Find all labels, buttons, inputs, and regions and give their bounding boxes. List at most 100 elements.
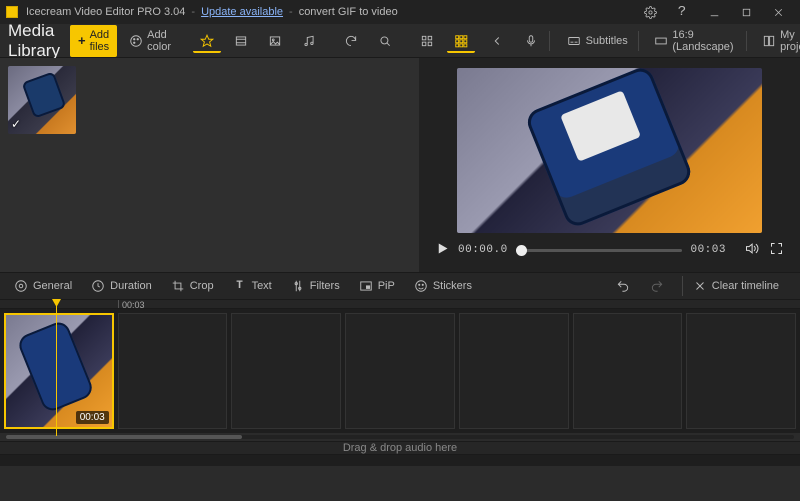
collapse-library-button[interactable] bbox=[483, 29, 511, 53]
edit-toolbar: General Duration Crop TText Filters PiP … bbox=[0, 272, 800, 300]
divider bbox=[549, 31, 550, 51]
palette-icon bbox=[129, 33, 143, 49]
pip-tab[interactable]: PiP bbox=[353, 275, 400, 297]
filters-icon bbox=[290, 278, 306, 294]
playhead-marker[interactable] bbox=[56, 300, 57, 436]
empty-slot[interactable] bbox=[459, 313, 569, 429]
divider bbox=[638, 31, 639, 51]
video-track[interactable]: 00:03 bbox=[0, 309, 800, 433]
media-thumbnail[interactable]: ✓ bbox=[8, 66, 76, 134]
audio-drop-zone[interactable]: Drag & drop audio here bbox=[0, 441, 800, 454]
play-button[interactable] bbox=[435, 241, 450, 259]
volume-button[interactable] bbox=[744, 241, 759, 259]
empty-slot[interactable] bbox=[686, 313, 796, 429]
music-icon bbox=[301, 33, 317, 49]
text-tab[interactable]: TText bbox=[227, 275, 277, 297]
maximize-button[interactable] bbox=[730, 0, 762, 24]
my-projects-label: My projects bbox=[780, 29, 800, 53]
star-icon bbox=[199, 33, 215, 49]
audio-tab[interactable] bbox=[295, 29, 323, 53]
ruler-tick: 00:03 bbox=[118, 300, 145, 308]
close-icon bbox=[692, 278, 708, 294]
close-button[interactable] bbox=[762, 0, 794, 24]
microphone-icon bbox=[523, 33, 539, 49]
media-library-title: Media Library bbox=[8, 21, 60, 61]
timeline-scrollbar[interactable] bbox=[6, 435, 794, 439]
seek-slider[interactable] bbox=[516, 249, 683, 252]
timeline-area: 00:03 00:03 Drag & drop audio here bbox=[0, 300, 800, 466]
media-library-panel: ✓ bbox=[0, 58, 419, 272]
check-icon: ✓ bbox=[11, 117, 21, 131]
divider bbox=[682, 276, 683, 296]
timeline-ruler[interactable]: 00:03 bbox=[0, 300, 800, 309]
empty-slot[interactable] bbox=[573, 313, 683, 429]
titlebar: Icecream Video Editor PRO 3.04 - Update … bbox=[0, 0, 800, 24]
duration-label: Duration bbox=[110, 280, 152, 292]
app-icon bbox=[6, 6, 18, 18]
empty-slot[interactable] bbox=[345, 313, 455, 429]
general-tab[interactable]: General bbox=[8, 275, 77, 297]
redo-icon bbox=[649, 278, 665, 294]
gear-icon bbox=[13, 278, 29, 294]
projects-icon bbox=[762, 33, 776, 49]
timeline-clip[interactable]: 00:03 bbox=[4, 313, 114, 429]
maximize-icon bbox=[740, 6, 753, 19]
help-button[interactable]: ? bbox=[666, 0, 698, 24]
image-tab[interactable] bbox=[261, 29, 289, 53]
add-files-label: Add files bbox=[90, 29, 110, 53]
general-label: General bbox=[33, 280, 72, 292]
pip-label: PiP bbox=[378, 280, 395, 292]
refresh-button[interactable] bbox=[337, 29, 365, 53]
clear-timeline-button[interactable]: Clear timeline bbox=[687, 275, 784, 297]
grid-large-button[interactable] bbox=[447, 29, 475, 53]
empty-slot[interactable] bbox=[231, 313, 341, 429]
subtitles-icon bbox=[566, 33, 582, 49]
bottom-bar bbox=[0, 454, 800, 466]
undo-button[interactable] bbox=[610, 275, 636, 297]
audio-hint-label: Drag & drop audio here bbox=[343, 442, 457, 454]
clock-icon bbox=[90, 278, 106, 294]
subtitles-label: Subtitles bbox=[586, 35, 628, 47]
separator: - bbox=[289, 6, 293, 18]
add-color-button[interactable]: Add color bbox=[123, 25, 179, 57]
image-icon bbox=[267, 33, 283, 49]
add-files-button[interactable]: +Add files bbox=[70, 25, 117, 57]
subtitles-button[interactable]: Subtitles bbox=[560, 29, 634, 53]
redo-button[interactable] bbox=[644, 275, 670, 297]
pip-icon bbox=[358, 278, 374, 294]
empty-slot[interactable] bbox=[118, 313, 228, 429]
film-icon bbox=[233, 33, 249, 49]
grid-large-icon bbox=[453, 33, 469, 49]
preview-video[interactable] bbox=[457, 68, 762, 233]
search-icon bbox=[377, 33, 393, 49]
filters-tab[interactable]: Filters bbox=[285, 275, 345, 297]
clip-duration-badge: 00:03 bbox=[76, 411, 109, 424]
stickers-label: Stickers bbox=[433, 280, 472, 292]
search-button[interactable] bbox=[371, 29, 399, 53]
update-available-link[interactable]: Update available bbox=[201, 6, 283, 18]
voiceover-button[interactable] bbox=[517, 29, 545, 53]
aspect-icon bbox=[654, 33, 668, 49]
clear-timeline-label: Clear timeline bbox=[712, 280, 779, 292]
filters-label: Filters bbox=[310, 280, 340, 292]
minimize-icon bbox=[708, 6, 721, 19]
duration-tab[interactable]: Duration bbox=[85, 275, 157, 297]
aspect-ratio-button[interactable]: 16:9 (Landscape) bbox=[648, 25, 741, 57]
my-projects-button[interactable]: My projects bbox=[756, 25, 800, 57]
grid-small-button[interactable] bbox=[413, 29, 441, 53]
document-title: convert GIF to video bbox=[299, 6, 398, 18]
settings-button[interactable] bbox=[634, 0, 666, 24]
video-tab[interactable] bbox=[227, 29, 255, 53]
add-color-label: Add color bbox=[147, 29, 173, 53]
preview-panel: 00:00.0 00:03 bbox=[419, 58, 800, 272]
sticker-icon bbox=[413, 278, 429, 294]
minimize-button[interactable] bbox=[698, 0, 730, 24]
app-title: Icecream Video Editor PRO 3.04 bbox=[26, 6, 185, 18]
stickers-tab[interactable]: Stickers bbox=[408, 275, 477, 297]
fullscreen-button[interactable] bbox=[769, 241, 784, 259]
aspect-label: 16:9 (Landscape) bbox=[672, 29, 735, 53]
separator: - bbox=[191, 6, 195, 18]
crop-tab[interactable]: Crop bbox=[165, 275, 219, 297]
main-toolbar: Media Library +Add files Add color Subti… bbox=[0, 24, 800, 58]
favorites-tab[interactable] bbox=[193, 29, 221, 53]
